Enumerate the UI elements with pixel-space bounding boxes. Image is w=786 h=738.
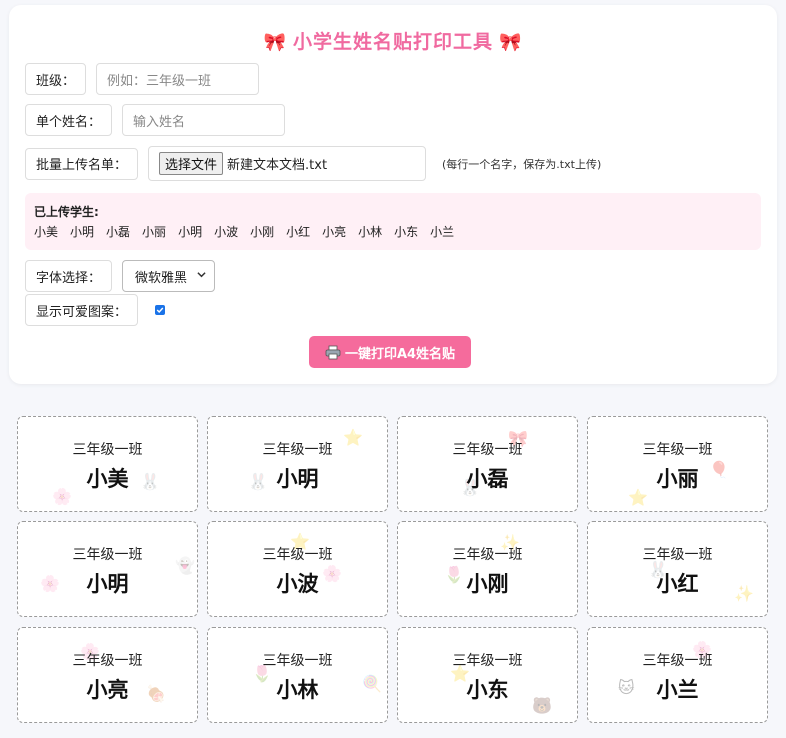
- uploaded-name: 小磊: [106, 225, 131, 239]
- name-label-card: ⭐ 🐻 三年级一班 小东: [397, 627, 578, 723]
- name-label-card: 🐰 🌸 三年级一班 小美: [17, 416, 198, 512]
- uploaded-name: 小波: [214, 225, 239, 239]
- font-select-value: 微软雅黑: [135, 270, 188, 286]
- pattern-checkbox[interactable]: [155, 305, 166, 315]
- label-name: 小兰: [656, 678, 699, 702]
- bow-icon: 🎀: [499, 32, 523, 53]
- uploaded-name: 小明: [70, 225, 95, 239]
- batch-upload-label: 批量上传名单：: [25, 147, 139, 180]
- uploaded-heading: 已上传学生:: [34, 205, 99, 219]
- label-name: 小东: [466, 678, 509, 702]
- selected-file-name: 新建文本文档.txt: [227, 158, 328, 173]
- uploaded-name: 小东: [394, 225, 419, 239]
- label-class: 三年级一班: [642, 547, 713, 563]
- label-name: 小磊: [466, 467, 509, 491]
- name-label-card: ⭐ 🌸 三年级一班 小波: [207, 521, 388, 617]
- label-name: 小明: [86, 572, 129, 596]
- label-class: 三年级一班: [72, 547, 143, 563]
- uploaded-name: 小刚: [250, 225, 275, 239]
- name-label-card: 🎈 ⭐ 三年级一班 小丽: [587, 416, 768, 512]
- name-label-card: ✨ 🌷 三年级一班 小刚: [397, 521, 578, 617]
- chevron-down-icon: [197, 272, 206, 278]
- label-class: 三年级一班: [262, 442, 333, 458]
- label-name: 小波: [276, 572, 319, 596]
- label-class: 三年级一班: [452, 653, 523, 669]
- single-name-label: 单个姓名：: [25, 104, 113, 136]
- settings-panel: 🎀 小学生姓名贴打印工具 🎀 班级： 例如：三年级一班 单个姓名： 输入姓名 批量上…: [9, 5, 777, 384]
- font-row: 字体选择： 微软雅黑: [25, 260, 216, 292]
- batch-upload-row: 批量上传名单： 选择文件 新建文本文档.txt (每行一个名字，保存为.txt上…: [25, 146, 601, 181]
- uploaded-name: 小丽: [142, 225, 167, 239]
- uploaded-names-list: 小美 小明 小磊 小丽 小明 小波 小刚 小红 小亮 小林 小东 小兰: [34, 223, 752, 240]
- name-label-card: 🍭 🌷 三年级一班 小林: [207, 627, 388, 723]
- label-class: 三年级一班: [642, 653, 713, 669]
- label-class: 三年级一班: [262, 653, 333, 669]
- font-select[interactable]: 微软雅黑: [122, 260, 216, 292]
- uploaded-name: 小亮: [322, 225, 347, 239]
- uploaded-name: 小明: [178, 225, 203, 239]
- class-label: 班级：: [25, 63, 87, 95]
- uploaded-students-box: 已上传学生: 小美 小明 小磊 小丽 小明 小波 小刚 小红 小亮 小林 小东 …: [25, 193, 761, 250]
- class-input[interactable]: 例如：三年级一班: [96, 63, 260, 95]
- bow-icon: 🎀: [263, 32, 287, 53]
- name-label-card: 🐰 ✨ 三年级一班 小红: [587, 521, 768, 617]
- uploaded-name: 小兰: [430, 225, 455, 239]
- print-button[interactable]: 一键打印A4姓名贴: [309, 336, 471, 368]
- class-row: 班级： 例如：三年级一班: [25, 63, 260, 95]
- name-label-card: 🌸 🍖 三年级一班 小亮: [17, 627, 198, 723]
- label-name: 小亮: [86, 678, 129, 702]
- uploaded-name: 小林: [358, 225, 383, 239]
- uploaded-name: 小美: [34, 225, 59, 239]
- label-class: 三年级一班: [262, 547, 333, 563]
- printer-icon: [325, 345, 341, 359]
- single-name-row: 单个姓名： 输入姓名: [25, 104, 286, 136]
- checkmark-icon: [156, 307, 164, 314]
- label-name: 小红: [656, 572, 699, 596]
- page-title: 🎀 小学生姓名贴打印工具 🎀: [9, 27, 777, 54]
- single-name-input[interactable]: 输入姓名: [122, 104, 286, 136]
- label-class: 三年级一班: [72, 653, 143, 669]
- name-label-card: 🌸 👻 三年级一班 小明: [17, 521, 198, 617]
- label-name: 小美: [86, 467, 129, 491]
- label-name: 小林: [276, 678, 319, 702]
- label-name: 小刚: [466, 572, 509, 596]
- pattern-row: 显示可爱图案：: [25, 294, 166, 326]
- label-name: 小明: [276, 467, 319, 491]
- font-label: 字体选择：: [25, 260, 113, 292]
- name-label-card: 🎀 🐰 三年级一班 小磊: [397, 416, 578, 512]
- choose-file-button[interactable]: 选择文件: [159, 152, 224, 175]
- name-label-card: ⭐ 🐰 三年级一班 小明: [207, 416, 388, 512]
- file-input[interactable]: 选择文件 新建文本文档.txt: [148, 146, 427, 181]
- name-label-card: 🐱 🌸 三年级一班 小兰: [587, 627, 768, 723]
- batch-upload-hint: (每行一个名字，保存为.txt上传): [442, 157, 602, 171]
- label-name: 小丽: [656, 467, 699, 491]
- pattern-label: 显示可爱图案：: [25, 294, 139, 326]
- page-title-text: 小学生姓名贴打印工具: [292, 31, 493, 53]
- uploaded-name: 小红: [286, 225, 311, 239]
- label-class: 三年级一班: [642, 442, 713, 458]
- label-class: 三年级一班: [72, 442, 143, 458]
- label-class: 三年级一班: [452, 547, 523, 563]
- label-class: 三年级一班: [452, 442, 523, 458]
- print-button-label: 一键打印A4姓名贴: [344, 346, 456, 362]
